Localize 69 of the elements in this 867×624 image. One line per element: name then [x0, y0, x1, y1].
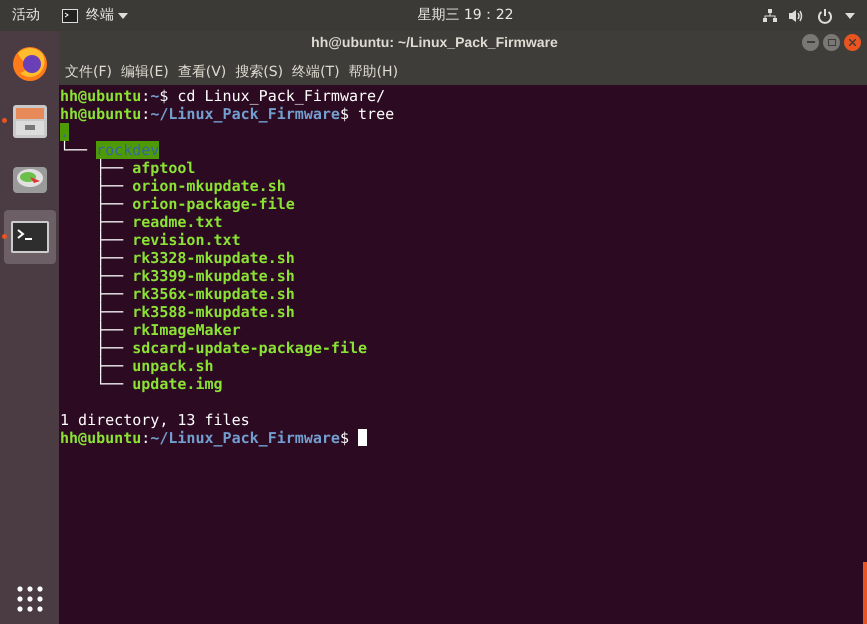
output-text: 1 directory, 13 files: [60, 411, 250, 429]
maximize-button[interactable]: [823, 34, 840, 50]
file-name: revision.txt: [132, 231, 241, 249]
minimize-button[interactable]: [802, 34, 819, 50]
file-name: update.img: [132, 375, 223, 393]
prompt-path: ~: [150, 87, 160, 105]
file-name: rk356x-mkupdate.sh: [132, 285, 295, 303]
menu-item[interactable]: 编辑(E): [120, 62, 169, 83]
file-name: rkImageMaker: [132, 321, 241, 339]
tree-branch: └──: [60, 141, 88, 159]
menu-item[interactable]: 查看(V): [178, 62, 226, 83]
prompt-sign: $: [340, 429, 349, 447]
tree-branch: ├──: [95, 177, 124, 195]
file-name: orion-mkupdate.sh: [132, 177, 286, 195]
prompt-separator: :: [141, 429, 150, 447]
terminal-icon: [62, 8, 78, 22]
tree-branch: ├──: [95, 321, 124, 339]
prompt-user: hh@ubuntu: [60, 429, 142, 447]
tree-branch: ├──: [95, 303, 124, 321]
tree-branch: ├──: [95, 195, 124, 213]
file-name: sdcard-update-package-file: [132, 339, 368, 357]
clock[interactable]: 星期三 19：22: [417, 5, 514, 26]
prompt-sign: $: [340, 105, 349, 123]
close-button[interactable]: [844, 34, 861, 50]
file-name: rk3588-mkupdate.sh: [132, 303, 295, 321]
tree-branch: ├──: [95, 267, 124, 285]
tree-branch: ├──: [95, 159, 124, 177]
tree-branch: └──: [95, 375, 124, 393]
command-text: cd Linux_Pack_Firmware/: [176, 87, 386, 105]
app-menu[interactable]: 终端: [62, 5, 128, 26]
maximize-icon: [828, 38, 836, 46]
window-title: hh@ubuntu: ~/Linux_Pack_Firmware: [310, 32, 559, 52]
menu-item[interactable]: 文件(F): [65, 62, 112, 83]
prompt-separator: :: [141, 87, 150, 105]
power-icon[interactable]: [817, 8, 833, 24]
network-icon[interactable]: [763, 8, 777, 22]
file-name: rk3399-mkupdate.sh: [132, 267, 295, 285]
file-name: unpack.sh: [132, 357, 214, 375]
tree-branch: ├──: [95, 339, 124, 357]
volume-icon[interactable]: [789, 8, 805, 22]
scrollbar-thumb[interactable]: [863, 562, 867, 624]
menu-item[interactable]: 终端(T): [292, 62, 340, 83]
file-name: rk3328-mkupdate.sh: [132, 249, 295, 267]
file-name: readme.txt: [132, 213, 223, 231]
prompt-path: ~/Linux_Pack_Firmware: [150, 105, 340, 123]
tree-branch: ├──: [95, 249, 124, 267]
caret-icon[interactable]: [845, 12, 855, 18]
prompt-user: hh@ubuntu: [60, 87, 142, 105]
menu-item[interactable]: 帮助(H): [348, 62, 398, 83]
activities-button[interactable]: 活动: [12, 5, 62, 26]
caret-icon: [118, 12, 128, 18]
close-icon: [849, 38, 856, 46]
command-text: tree: [357, 105, 394, 123]
tree-branch: ├──: [95, 357, 124, 375]
directory-name: rockdev: [96, 141, 160, 159]
app-grid-icon[interactable]: [16, 586, 42, 612]
file-name: orion-package-file: [132, 195, 295, 213]
prompt-user: hh@ubuntu: [60, 105, 142, 123]
prompt-sign: $: [159, 87, 168, 105]
terminal-icon[interactable]: [10, 219, 50, 255]
prompt-path: ~/Linux_Pack_Firmware: [150, 429, 340, 447]
menu-item[interactable]: 搜索(S): [235, 62, 284, 83]
directory-name: .: [60, 123, 70, 141]
prompt-separator: :: [141, 105, 150, 123]
tree-branch: ├──: [95, 285, 124, 303]
tree-branch: ├──: [95, 231, 124, 249]
file-name: afptool: [132, 159, 196, 177]
minimize-icon: [806, 41, 814, 43]
tree-branch: ├──: [95, 213, 124, 231]
